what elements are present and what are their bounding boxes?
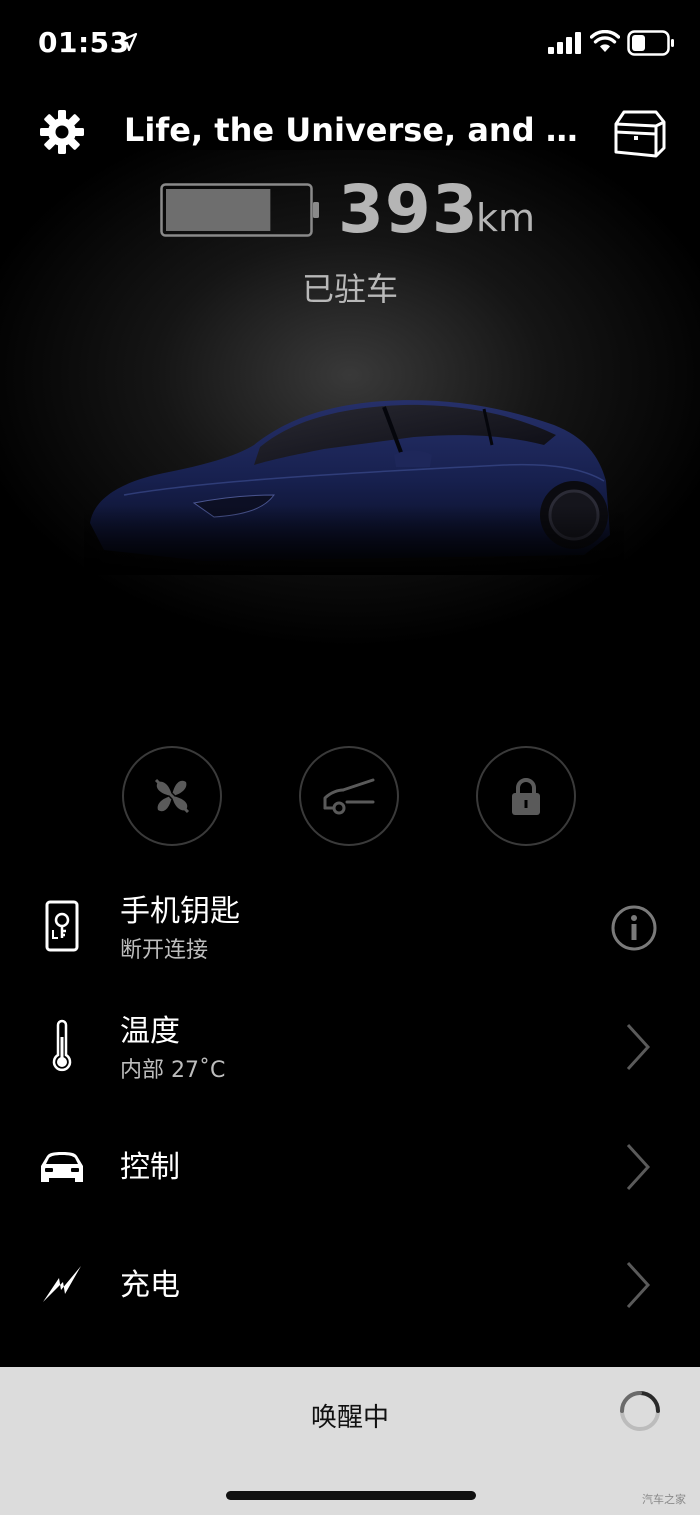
charging-title: 充电 [120,1268,180,1303]
menu-item-charging[interactable]: 充电 [0,1230,700,1340]
phone-key-title: 手机钥匙 [120,894,240,929]
fan-icon [154,778,190,814]
chevron-right-icon [626,1143,651,1191]
chevron-right-icon [626,1261,651,1309]
menu-item-controls[interactable]: 控制 [0,1112,700,1222]
watermark: 汽车之家 [642,1493,686,1506]
app-screen: 01:53 Life, the Universe, and Ev... 393 … [0,0,700,1515]
thermometer-icon [34,1018,90,1074]
gear-icon[interactable] [38,108,86,156]
info-icon[interactable] [610,904,658,952]
car-name-title[interactable]: Life, the Universe, and Ev... [124,108,594,152]
car-front-icon [34,1138,90,1194]
vehicle-status: 已驻车 [301,270,398,308]
climate-fan-button[interactable] [122,746,222,846]
range-unit: km [476,196,536,240]
lock-icon [512,778,540,815]
menu-item-climate[interactable]: 温度 内部 27˚C [0,992,700,1102]
wifi-icon [590,30,620,52]
frunk-button[interactable] [299,746,399,846]
battery-icon [627,30,674,56]
wake-status-bar: 唤醒中 汽车之家 [0,1367,700,1515]
range-value: 393 [338,171,479,248]
lock-button[interactable] [476,746,576,846]
status-bar: 01:53 [0,0,700,88]
car-image [84,400,624,575]
frunk-icon [323,778,375,815]
chevron-right-icon [626,1023,651,1071]
phone-key-icon [34,898,90,954]
spinner-icon [620,1391,660,1431]
menu-item-phone-key[interactable]: 手机钥匙 断开连接 [0,872,700,982]
location-arrow-icon [118,32,138,52]
controls-title: 控制 [120,1150,180,1185]
home-indicator[interactable] [226,1491,476,1500]
lightning-icon [34,1256,90,1312]
climate-title: 温度 [120,1014,180,1049]
status-time: 01:53 [38,26,130,59]
battery-level-icon [160,183,319,237]
climate-interior-temp: 内部 27˚C [120,1058,226,1083]
wake-status-text: 唤醒中 [310,1403,389,1433]
cellular-signal-icon [548,32,581,54]
phone-key-status: 断开连接 [120,938,209,963]
